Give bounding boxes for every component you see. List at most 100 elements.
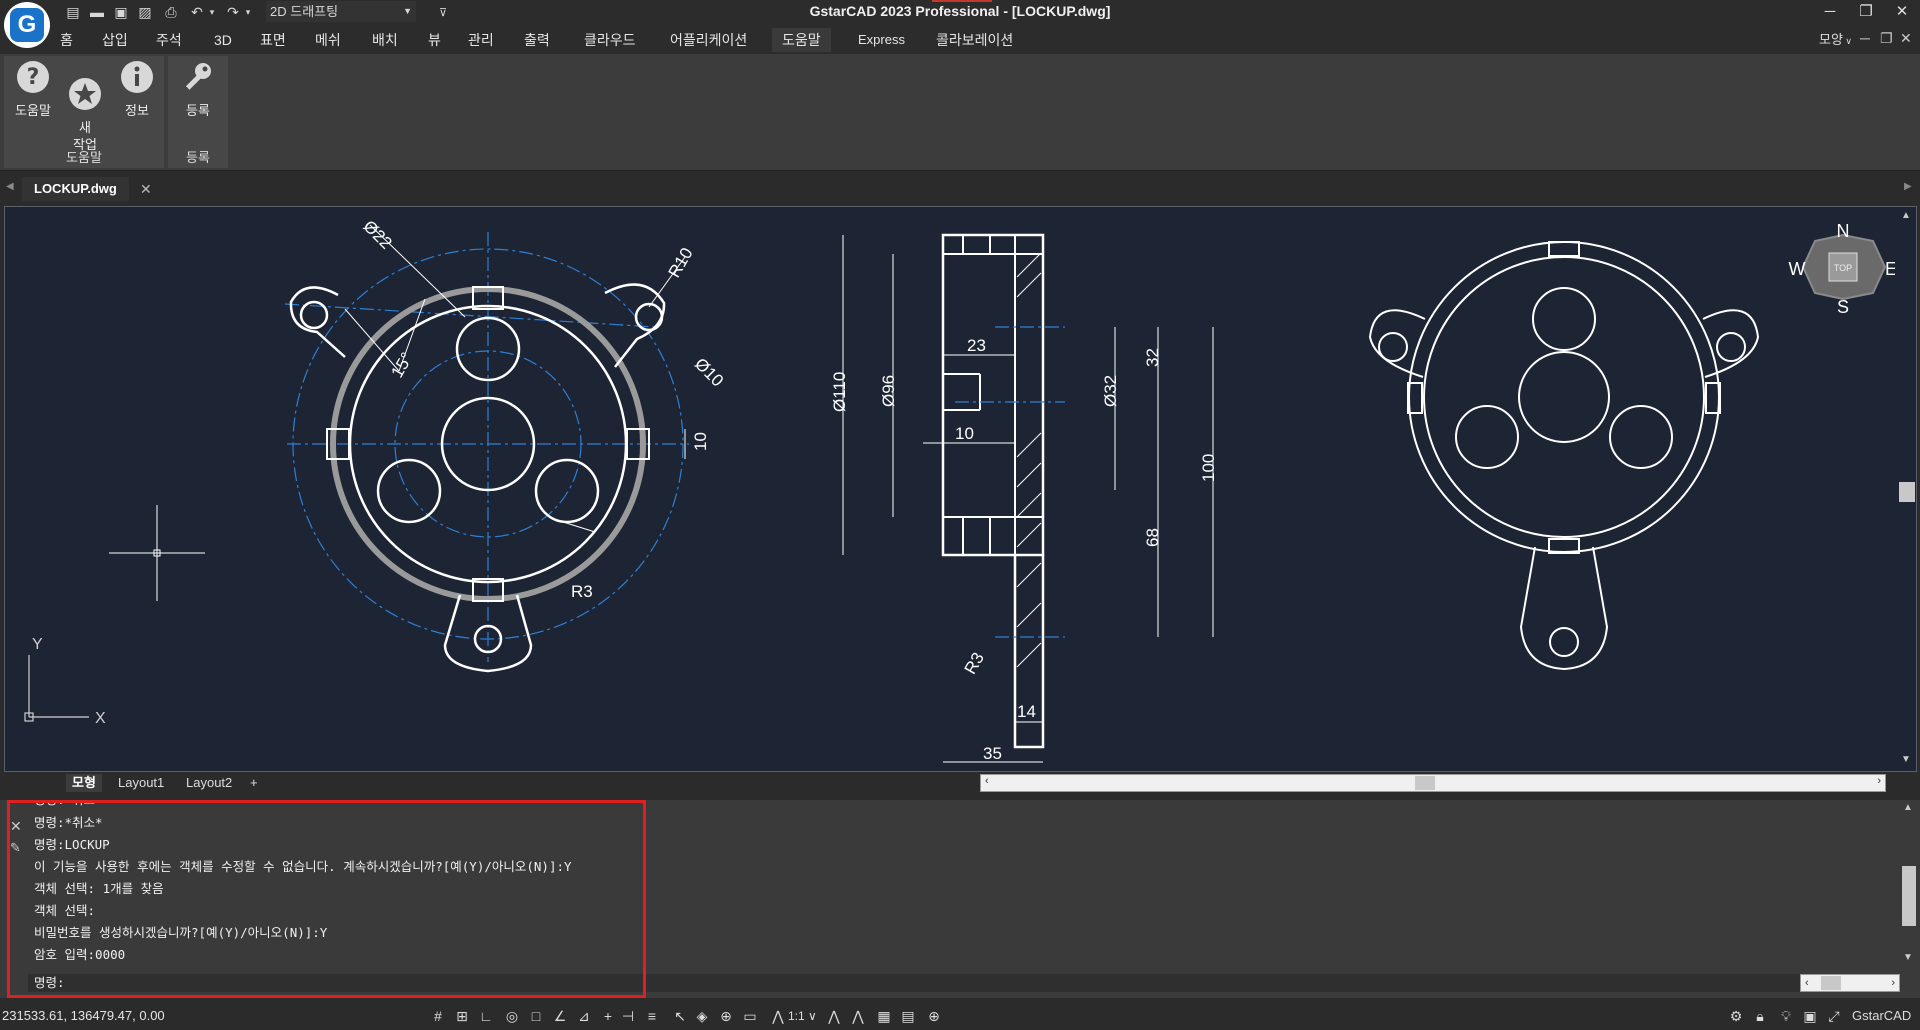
coordinates-readout: 231533.61, 136479.47, 0.00 [2, 1008, 165, 1023]
ribbon-group-register-label: 등록 [186, 150, 210, 165]
tab-home[interactable]: 홈 [50, 28, 83, 52]
canvas-vertical-scrollbar[interactable]: ▲ ▼ [1898, 208, 1916, 770]
scroll-left-icon[interactable]: ‹ [1805, 975, 1809, 991]
ortho-icon[interactable]: ∟ [478, 1008, 494, 1024]
command-hscroll-thumb[interactable] [1821, 976, 1841, 990]
ribbon-minimize-icon[interactable]: ─ [1860, 30, 1870, 46]
dim-68: 68 [1143, 528, 1162, 547]
zoom-icon[interactable]: ⊕ [718, 1008, 734, 1024]
transparency-icon[interactable]: ≡ [644, 1008, 660, 1024]
ucs-icon: Y X [24, 636, 106, 727]
command-line: 비밀번호를 생성하시겠습니까?[예(Y)/아니오(N)]:Y [34, 925, 328, 940]
layer-icon[interactable]: ◈ [694, 1008, 710, 1024]
tab-scroll-right-icon[interactable]: ▶ [1904, 181, 1912, 192]
about-button[interactable]: 정보 [112, 60, 162, 119]
tab-insert[interactable]: 삽입 [92, 28, 138, 52]
tab-manage[interactable]: 관리 [458, 28, 504, 52]
tab-applications[interactable]: 어플리케이션 [660, 28, 757, 52]
tab-cloud[interactable]: 클라우드 [574, 28, 646, 52]
tab-layout2[interactable]: Layout2 [180, 774, 238, 792]
tab-collaboration[interactable]: 콜라보레이션 [926, 28, 1023, 52]
auto-scale-icon[interactable]: ⋀ [850, 1008, 866, 1024]
viewport-icon[interactable]: ▭ [742, 1008, 758, 1024]
scroll-up-icon[interactable]: ▲ [1903, 802, 1913, 813]
minimize-button[interactable]: ─ [1812, 0, 1848, 22]
customize-status-icon[interactable]: ⊕ [926, 1008, 942, 1024]
scroll-thumb[interactable] [1899, 482, 1915, 502]
tab-annotate[interactable]: 주석 [146, 28, 192, 52]
app-logo[interactable]: G [4, 2, 50, 48]
register-button[interactable]: 등록 [173, 60, 223, 119]
selection-cycling-icon[interactable]: ↖ [672, 1008, 688, 1024]
polar-icon[interactable]: ◎ [504, 1008, 520, 1024]
dim-r3-section: R3 [961, 649, 988, 677]
fullscreen-icon[interactable]: ⤢ [1826, 1008, 1842, 1024]
ribbon-group-help: ? 도움말 새 작업 정보 도움말 [4, 56, 164, 168]
dim-dia32: Ø32 [1101, 375, 1120, 407]
tab-mesh[interactable]: 메쉬 [305, 28, 351, 52]
osnap-icon[interactable]: □ [528, 1008, 544, 1024]
dim-dia10: Ø10 [691, 354, 727, 390]
ribbon-restore-icon[interactable]: ❐ [1880, 30, 1893, 47]
command-input[interactable]: 명령: [28, 974, 1800, 992]
light-bulb-icon[interactable]: 💡︎ [1778, 1008, 1794, 1024]
properties-icon[interactable]: ▤ [900, 1008, 916, 1024]
tab-layout1[interactable]: Layout1 [112, 774, 170, 792]
lock-icon[interactable]: 🔒︎ [1752, 1008, 1768, 1024]
annotation-visibility-icon[interactable]: ⋀ [826, 1008, 842, 1024]
tab-express[interactable]: Express [848, 28, 915, 52]
tab-view[interactable]: 뷰 [418, 28, 451, 52]
lineweight-icon[interactable]: ⊣ [620, 1008, 636, 1024]
app-label: GstarCAD [1852, 1008, 1912, 1023]
ribbon-close-icon[interactable]: ✕ [1900, 30, 1912, 47]
isolate-icon[interactable]: ▦ [876, 1008, 892, 1024]
grid-icon[interactable]: # [430, 1008, 446, 1024]
hscroll-thumb[interactable] [1415, 776, 1435, 790]
annotation-scale-value[interactable]: 1:1 ∨ [788, 1002, 817, 1030]
close-tab-icon[interactable]: ✕ [140, 177, 152, 201]
scroll-down-icon[interactable]: ▼ [1903, 952, 1913, 963]
dynamic-ucs-icon[interactable]: ⊿ [576, 1008, 592, 1024]
add-layout-button[interactable]: + [244, 774, 264, 792]
tab-model[interactable]: 모형 [66, 774, 102, 792]
ribbon-group-register: 등록 등록 [168, 56, 228, 168]
scroll-right-icon[interactable]: › [1877, 775, 1881, 787]
tab-layout[interactable]: 배치 [362, 28, 408, 52]
scroll-right-icon[interactable]: › [1891, 975, 1895, 991]
scroll-up-icon[interactable]: ▲ [1901, 210, 1911, 221]
dim-r10: R10 [665, 244, 697, 281]
tab-output[interactable]: 출력 [514, 28, 560, 52]
command-line: 이 기능을 사용한 후에는 객체를 수정할 수 없습니다. 계속하시겠습니까?[… [34, 859, 572, 874]
dim-dia110: Ø110 [830, 372, 849, 412]
command-hscroll[interactable]: ‹ › [1800, 974, 1900, 992]
snap-icon[interactable]: ⊞ [454, 1008, 470, 1024]
chevron-down-icon: ∨ [1842, 36, 1852, 46]
restore-button[interactable]: ❐ [1848, 0, 1884, 22]
close-command-icon[interactable]: ✕ [10, 818, 22, 835]
command-scrollbar[interactable]: ▲ ▼ [1900, 800, 1918, 970]
customize-command-icon[interactable]: ✎ [10, 840, 21, 856]
tab-scroll-left-icon[interactable]: ◀ [6, 181, 14, 192]
gstarcad-logo-icon: G [10, 8, 44, 42]
scroll-down-icon[interactable]: ▼ [1901, 754, 1911, 765]
close-button[interactable]: ✕ [1884, 0, 1920, 22]
canvas-horizontal-scrollbar[interactable]: ‹ › [980, 774, 1886, 792]
tab-3d[interactable]: 3D [204, 28, 242, 52]
tab-surface[interactable]: 표면 [250, 28, 296, 52]
otrack-icon[interactable]: ∠ [552, 1008, 568, 1024]
settings-gear-icon[interactable]: ⚙ [1728, 1008, 1744, 1024]
tab-help[interactable]: 도움말 [772, 28, 831, 52]
ucs-x-label: X [95, 710, 106, 727]
dynamic-input-icon[interactable]: + [600, 1008, 616, 1024]
file-tab-lockup[interactable]: LOCKUP.dwg [22, 177, 129, 201]
scroll-left-icon[interactable]: ‹ [985, 775, 989, 787]
help-button[interactable]: ? 도움말 [8, 60, 58, 119]
drawing-canvas[interactable]: Ø22 R10 15° Ø10 10 R3 Ø110 Ø96 23 10 Ø32… [4, 206, 1917, 772]
command-history: 명령: 취소 명령:*취소* 명령:LOCKUP 이 기능을 사용한 후에는 객… [34, 800, 634, 966]
annotation-scale-icon[interactable]: ⋀ [770, 1008, 786, 1024]
command-scroll-thumb[interactable] [1902, 866, 1916, 926]
window-sync-icon[interactable]: ▣ [1802, 1008, 1818, 1024]
dim-14: 14 [1017, 702, 1036, 721]
appearance-menu[interactable]: 모양 ∨ [1819, 28, 1852, 53]
title-accent-line [932, 0, 992, 2]
